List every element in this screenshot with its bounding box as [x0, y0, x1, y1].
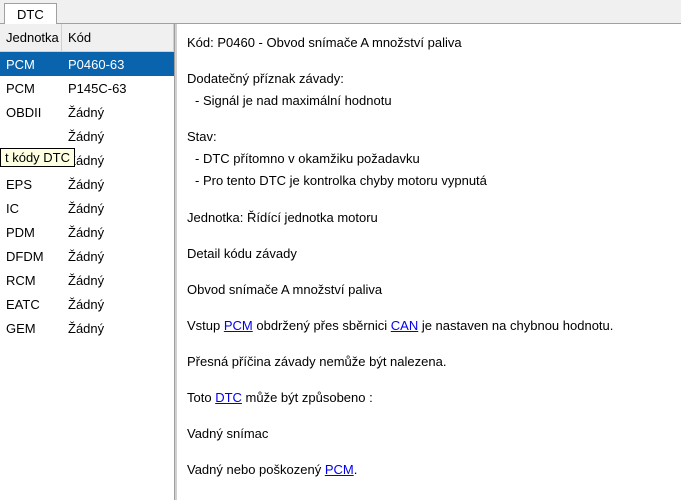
table-row[interactable]: DFDMŽádný: [0, 244, 174, 268]
unit-line: Jednotka: Řídící jednotka motoru: [187, 207, 671, 229]
flag-header: Dodatečný příznak závady:: [187, 68, 671, 90]
cell-unit: PDM: [0, 225, 62, 240]
table-row[interactable]: RCMŽádný: [0, 268, 174, 292]
flag-block: Dodatečný příznak závady: - Signál je na…: [187, 68, 671, 112]
cell-unit: GEM: [0, 321, 62, 336]
cell-code: Žádný: [62, 321, 174, 336]
input-line: Vstup PCM obdržený přes sběrnici CAN je …: [187, 315, 671, 337]
cell-unit: PCM: [0, 81, 62, 96]
cell-code: Žádný: [62, 153, 174, 168]
tab-strip: DTC: [0, 0, 681, 24]
cell-code: P0460-63: [62, 57, 174, 72]
bad-pcm: Vadný nebo poškozený PCM.: [187, 459, 671, 481]
tooltip: t kódy DTC: [0, 148, 75, 167]
bad-sensor: Vadný snímac: [187, 423, 671, 445]
text: Vstup: [187, 318, 224, 333]
detail-pane: Kód: P0460 - Obvod snímače A množství pa…: [175, 24, 681, 500]
grid-body[interactable]: PCMP0460-63PCMP145C-63OBDIIŽádnýŽádnýHCM…: [0, 52, 174, 500]
tab-dtc[interactable]: DTC: [4, 3, 57, 25]
link-pcm[interactable]: PCM: [325, 462, 354, 477]
text: obdržený přes sběrnici: [253, 318, 391, 333]
main-area: Jednotka Kód PCMP0460-63PCMP145C-63OBDII…: [0, 24, 681, 500]
grid-header: Jednotka Kód: [0, 24, 174, 52]
link-pcm[interactable]: PCM: [224, 318, 253, 333]
state-header: Stav:: [187, 126, 671, 148]
table-row[interactable]: EPSŽádný: [0, 172, 174, 196]
cause-unknown: Přesná příčina závady nemůže být nalezen…: [187, 351, 671, 373]
table-row[interactable]: GEMŽádný: [0, 316, 174, 340]
state-block: Stav: - DTC přítomno v okamžiku požadavk…: [187, 126, 671, 192]
cell-code: Žádný: [62, 297, 174, 312]
flag-item: - Signál je nad maximální hodnotu: [187, 90, 671, 112]
cell-unit: EPS: [0, 177, 62, 192]
detail-header: Detail kódu závady: [187, 243, 671, 265]
link-can[interactable]: CAN: [391, 318, 418, 333]
cell-unit: EATC: [0, 297, 62, 312]
state-item-1: - DTC přítomno v okamžiku požadavku: [187, 148, 671, 170]
dtc-grid-pane: Jednotka Kód PCMP0460-63PCMP145C-63OBDII…: [0, 24, 175, 500]
text: Toto: [187, 390, 215, 405]
cell-unit: PCM: [0, 57, 62, 72]
cause-line: Toto DTC může být způsobeno :: [187, 387, 671, 409]
text: je nastaven na chybnou hodnotu.: [418, 318, 613, 333]
cell-code: Žádný: [62, 105, 174, 120]
cell-code: Žádný: [62, 177, 174, 192]
state-item-2: - Pro tento DTC je kontrolka chyby motor…: [187, 170, 671, 192]
table-row[interactable]: OBDIIŽádný: [0, 100, 174, 124]
circuit-line: Obvod snímače A množství paliva: [187, 279, 671, 301]
cell-code: Žádný: [62, 249, 174, 264]
text: Vadný nebo poškozený: [187, 462, 325, 477]
code-line: Kód: P0460 - Obvod snímače A množství pa…: [187, 32, 671, 54]
table-row[interactable]: PCMP145C-63: [0, 76, 174, 100]
col-header-code[interactable]: Kód: [62, 24, 174, 51]
cell-code: Žádný: [62, 201, 174, 216]
text: může být způsobeno :: [242, 390, 373, 405]
table-row[interactable]: EATCŽádný: [0, 292, 174, 316]
cell-code: Žádný: [62, 225, 174, 240]
cell-code: P145C-63: [62, 81, 174, 96]
table-row[interactable]: Žádný: [0, 124, 174, 148]
cell-code: Žádný: [62, 129, 174, 144]
table-row[interactable]: ICŽádný: [0, 196, 174, 220]
col-header-unit[interactable]: Jednotka: [0, 24, 62, 51]
cell-code: Žádný: [62, 273, 174, 288]
cell-unit: DFDM: [0, 249, 62, 264]
cell-unit: IC: [0, 201, 62, 216]
cell-unit: RCM: [0, 273, 62, 288]
table-row[interactable]: PCMP0460-63: [0, 52, 174, 76]
table-row[interactable]: PDMŽádný: [0, 220, 174, 244]
link-dtc[interactable]: DTC: [215, 390, 242, 405]
cell-unit: OBDII: [0, 105, 62, 120]
text: .: [354, 462, 358, 477]
